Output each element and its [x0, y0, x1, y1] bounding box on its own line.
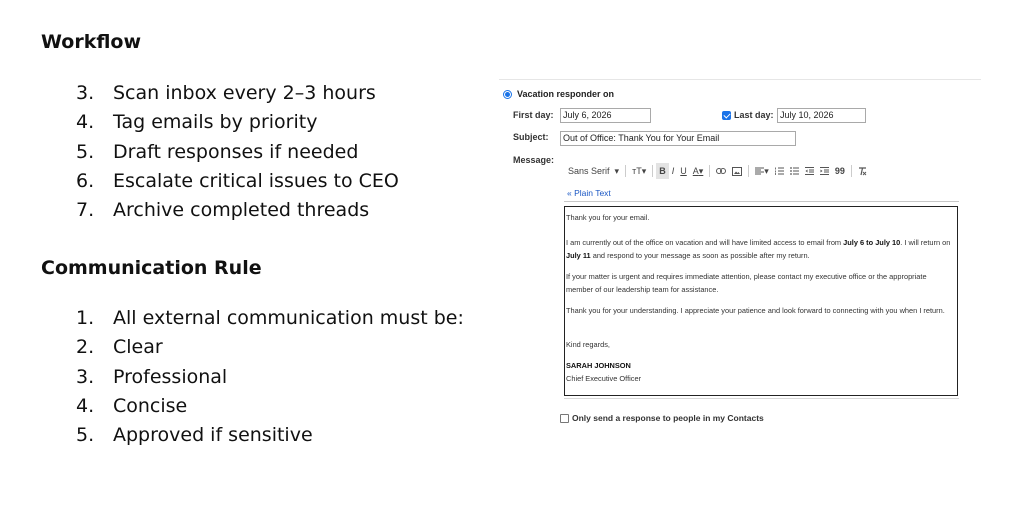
vacation-responder-panel: Vacation responder on First day: July 6,… [497, 72, 981, 432]
last-day-checkbox[interactable] [722, 111, 731, 120]
communication-heading: Communication Rule [41, 257, 262, 279]
list-item: 3. Professional [76, 365, 228, 388]
list-item: 4. Tag emails by priority [76, 111, 318, 134]
subject-field[interactable]: Out of Office: Thank You for Your Email [560, 131, 796, 146]
message-paragraph: Kind regards, [566, 340, 610, 349]
align-icon[interactable]: ▾ [752, 163, 772, 179]
message-paragraph: Thank you for your email. [566, 213, 650, 222]
subject-label: Subject: [513, 132, 549, 142]
font-family-select[interactable]: Sans Serif ▾ [565, 163, 622, 179]
divider [652, 165, 654, 177]
radio-selected-icon[interactable] [503, 89, 512, 99]
first-day-label: First day: [513, 110, 554, 120]
list-item: 5. Draft responses if needed [76, 140, 359, 163]
list-item: 3. Scan inbox every 2–3 hours [76, 82, 376, 104]
vacation-responder-label: Vacation responder on [517, 89, 615, 99]
underline-button[interactable]: U [677, 163, 690, 179]
remove-formatting-icon[interactable] [855, 163, 870, 179]
divider [499, 79, 981, 80]
divider [709, 165, 711, 177]
bulleted-list-icon[interactable] [787, 163, 802, 179]
link-icon[interactable] [713, 163, 729, 179]
chevron-down-icon: ▾ [764, 165, 769, 176]
italic-button[interactable]: I [669, 163, 678, 179]
list-item: 2. Clear [76, 336, 163, 359]
message-paragraph: If your matter is urgent and requires im… [566, 272, 927, 294]
contacts-only-checkbox[interactable] [560, 413, 569, 423]
image-icon[interactable] [729, 163, 745, 179]
divider [564, 201, 959, 202]
vacation-responder-radio[interactable]: Vacation responder on [503, 89, 614, 99]
workflow-list: 3. Scan inbox every 2–3 hours 4. Tag email… [76, 79, 399, 225]
signature-title: Chief Executive Officer [566, 374, 642, 383]
list-item: 4. Concise [76, 394, 188, 417]
message-paragraph: I am currently out of the office on vaca… [566, 238, 951, 260]
workflow-heading: Workflow [41, 31, 142, 53]
first-day-field[interactable]: July 6, 2026 [560, 108, 651, 123]
indent-more-icon[interactable] [817, 163, 832, 179]
quote-icon[interactable]: 99 [832, 163, 848, 179]
message-label: Message: [513, 155, 555, 165]
chevron-down-icon: ▾ [614, 165, 620, 176]
divider [625, 165, 627, 177]
last-day-label: Last day: [734, 110, 774, 120]
contacts-only-option[interactable]: Only send a response to people in my Con… [560, 413, 764, 423]
list-item: 7. Archive completed threads [76, 199, 370, 222]
list-item: 5. Approved if sensitive [76, 424, 313, 447]
divider [564, 398, 959, 399]
divider [748, 165, 750, 177]
contacts-only-label: Only send a response to people in my Con… [572, 413, 764, 423]
font-size-button[interactable]: тT ▾ [629, 163, 649, 179]
signature-name: SARAH JOHNSON [566, 361, 631, 370]
communication-list: 1. All external communication must be: 2.… [76, 304, 464, 450]
numbered-list-icon[interactable] [772, 163, 787, 179]
chevron-down-icon: ▾ [641, 165, 647, 176]
last-day-field[interactable]: July 10, 2026 [777, 108, 866, 123]
plain-text-link[interactable]: « Plain Text [567, 188, 611, 198]
message-body[interactable]: Thank you for your email. I am currently… [564, 206, 958, 396]
indent-less-icon[interactable] [802, 163, 817, 179]
formatting-toolbar: Sans Serif ▾ тT ▾ B I U A ▾ ▾ 99 [565, 162, 955, 180]
chevron-down-icon: ▾ [698, 165, 704, 176]
text-color-button[interactable]: A ▾ [690, 163, 707, 179]
message-paragraph: Thank you for your understanding. I appr… [566, 306, 945, 315]
divider [850, 165, 852, 177]
list-item: 6. Escalate critical issues to CEO [76, 169, 399, 192]
bold-button[interactable]: B [656, 163, 669, 179]
list-item: 1. All external communication must be: [76, 307, 464, 329]
